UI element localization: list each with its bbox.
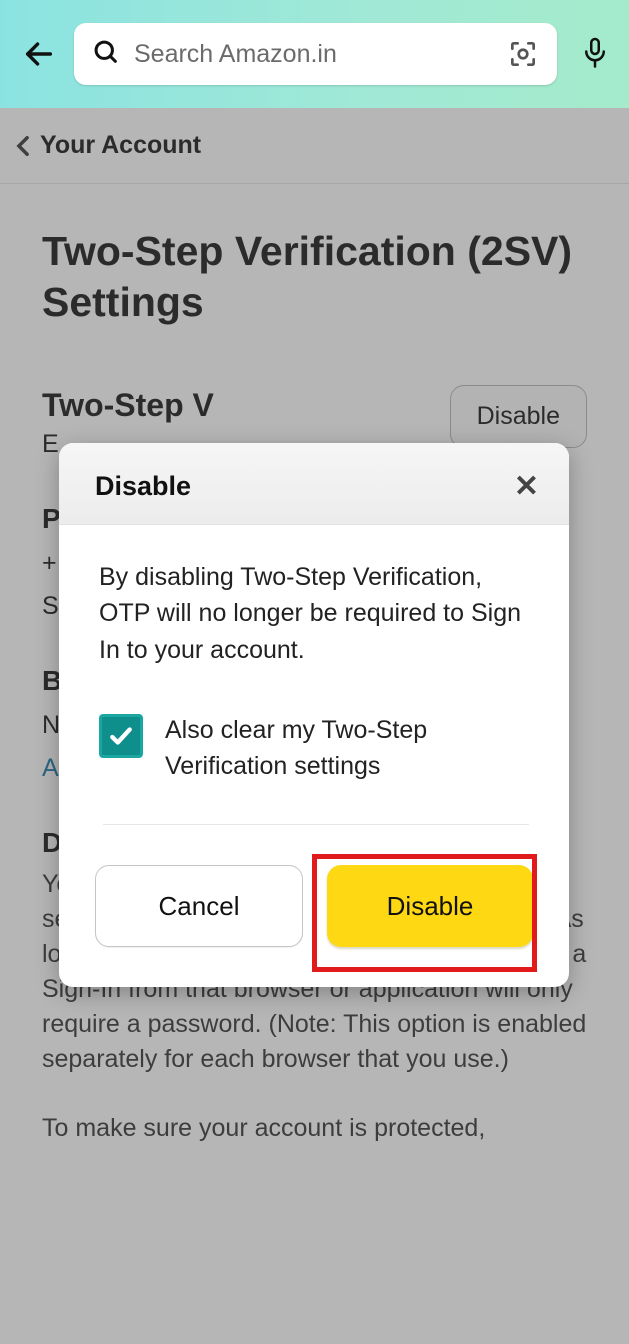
section-heading: Two-Step V	[42, 385, 214, 427]
cancel-button[interactable]: Cancel	[95, 865, 303, 947]
disable-button-bg[interactable]: Disable	[450, 385, 587, 448]
top-bar	[0, 0, 629, 108]
search-bar[interactable]	[74, 23, 557, 85]
modal-body-text: By disabling Two-Step Verification, OTP …	[99, 559, 533, 668]
chevron-left-icon	[16, 135, 30, 157]
microphone-icon[interactable]	[580, 36, 610, 72]
check-icon	[108, 723, 134, 749]
modal-divider	[103, 824, 529, 825]
protection-paragraph: To make sure your account is protected,	[0, 1111, 629, 1146]
search-input[interactable]	[134, 40, 493, 69]
back-arrow-icon[interactable]	[22, 37, 56, 71]
page-title: Two-Step Verification (2SV) Settings	[42, 226, 587, 329]
modal-title: Disable	[95, 471, 191, 502]
lens-icon[interactable]	[507, 38, 539, 70]
disable-modal: Disable ✕ By disabling Two-Step Verifica…	[59, 443, 569, 987]
disable-button[interactable]: Disable	[327, 865, 533, 947]
breadcrumb[interactable]: Your Account	[0, 108, 629, 184]
clear-settings-checkbox[interactable]	[99, 714, 143, 758]
breadcrumb-label: Your Account	[40, 131, 201, 160]
checkbox-label: Also clear my Two-Step Verification sett…	[165, 712, 533, 785]
close-icon[interactable]: ✕	[514, 472, 539, 502]
search-icon	[92, 38, 120, 71]
